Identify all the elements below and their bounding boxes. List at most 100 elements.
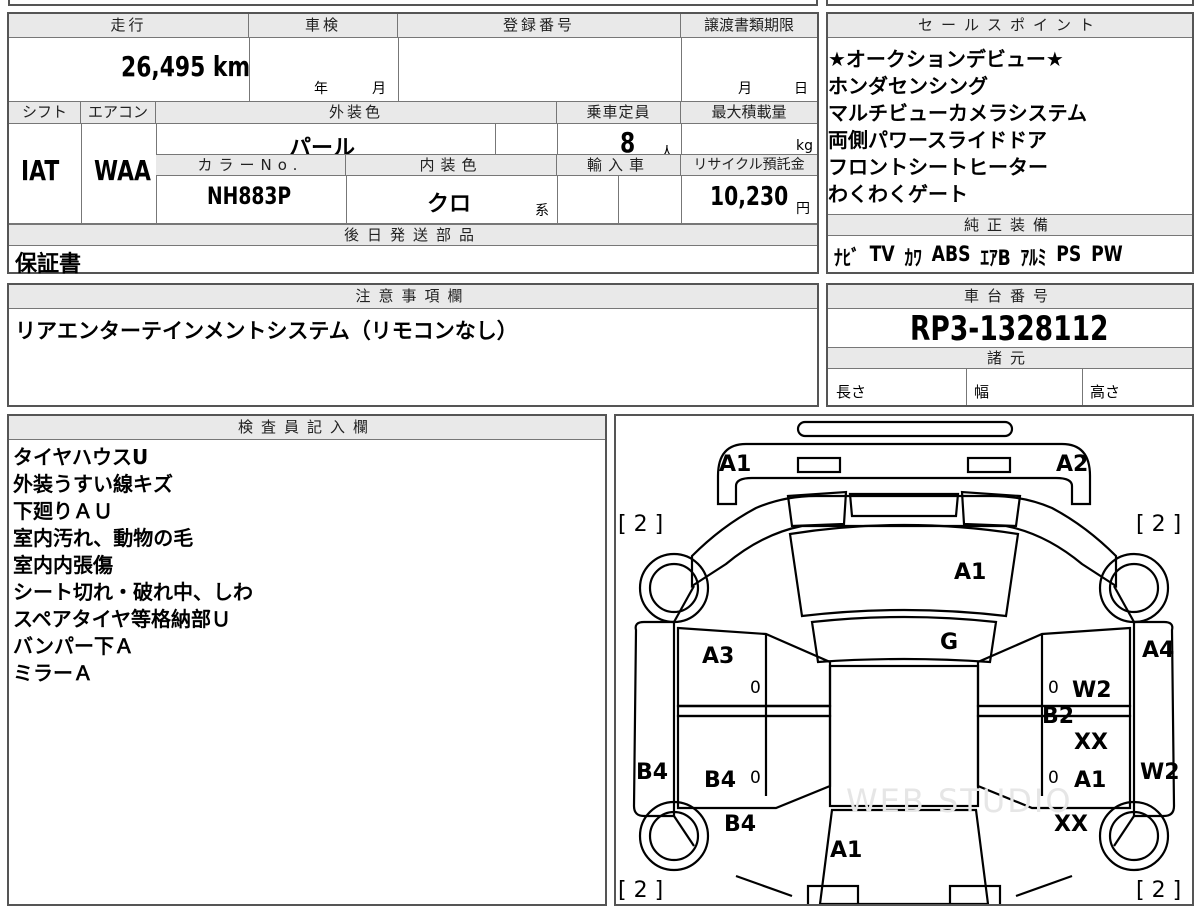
inspector-item: タイヤハウスU xyxy=(13,445,149,469)
import-cell-left xyxy=(557,176,619,224)
later-parts-value: 保証書 xyxy=(15,252,82,277)
damage-mark-roof-glass: G xyxy=(940,630,959,655)
damage-mark-right-rear-door: A1 xyxy=(1074,768,1107,793)
damage-mark-left-side: B4 xyxy=(636,760,669,785)
damage-mark-front-right: A2 xyxy=(1056,452,1089,477)
tire-rear-right-label: [ 2 ] xyxy=(1136,878,1182,903)
inspector-list: タイヤハウスU 外装うすい線キズ 下廻りＡＵ 室内汚れ、動物の毛 室内内張傷 シ… xyxy=(13,444,253,687)
notes-title: 注意事項欄 xyxy=(9,285,817,309)
inspector-item: スペアタイヤ等格納部Ｕ xyxy=(13,607,231,631)
tire-front-right-label: [ 2 ] xyxy=(1136,512,1182,537)
import-cell-right xyxy=(618,176,682,224)
later-parts-label: 後日発送部品 xyxy=(9,224,817,246)
inspection-month: 月 xyxy=(372,81,386,97)
chassis-number: RP3-1328112 xyxy=(910,309,1109,349)
mileage-value: 26,495 km xyxy=(121,50,251,83)
sales-point-item: フロントシートヒーター xyxy=(828,155,1048,179)
inspector-title: 検査員記入欄 xyxy=(9,416,605,440)
damage-mark-rear: A1 xyxy=(830,838,863,863)
sales-point-item: 両側パワースライドドア xyxy=(828,128,1047,152)
zero-mark: 0 xyxy=(750,768,761,788)
inspection-label: 車検 xyxy=(249,14,398,38)
tire-rear-left-label: [ 2 ] xyxy=(618,878,664,903)
length-divider xyxy=(966,369,967,405)
transfer-day: 日 xyxy=(794,81,808,97)
equipment-item: PS xyxy=(1056,242,1082,266)
inspector-item: ミラーＡ xyxy=(13,661,93,685)
notes-text: リアエンターテインメントシステム（リモコンなし） xyxy=(15,319,518,343)
load-unit: kg xyxy=(796,138,813,154)
damage-mark-right-side: A4 xyxy=(1142,638,1175,663)
equipment-item: ｱﾙﾐ xyxy=(1020,246,1047,270)
damage-mark-right-rear-door-xx: XX xyxy=(1074,730,1108,755)
vehicle-info-panel: 走行 車検 登録番号 譲渡書類期限 26,495 km 年 月 月 日 シフト … xyxy=(7,12,819,277)
damage-diagram-panel: WEB STUDIO [ 2 ] [ 2 ] [ 2 ] [ 2 ] A1 A2… xyxy=(614,414,1194,906)
shift-label: シフト xyxy=(9,102,81,124)
ac-label: エアコン xyxy=(81,102,156,124)
color-no-value: NH883P xyxy=(207,182,292,210)
sales-points-panel: セールスポイント ★オークションデビュー★ ホンダセンシング マルチビューカメラ… xyxy=(826,12,1194,274)
spec-title: 諸元 xyxy=(828,347,1192,369)
sales-point-item: ★オークションデビュー★ xyxy=(828,47,1064,71)
inspector-item: シート切れ・破れ中、しわ xyxy=(13,580,253,604)
transfer-deadline-label: 譲渡書類期限 xyxy=(681,14,817,38)
shift-cell: IAT xyxy=(9,124,82,224)
ac-cell: WAA xyxy=(81,124,157,224)
equipment-list: ﾅﾋﾞ TV ｶﾜ ABS ｴｱB ｱﾙﾐ PS PW xyxy=(834,242,1123,272)
sales-points-title: セールスポイント xyxy=(828,14,1192,38)
inspection-cell: 年 月 xyxy=(249,38,399,102)
damage-mark-front-left: A1 xyxy=(719,452,752,477)
watermark: WEB STUDIO xyxy=(846,782,1073,820)
recycle-cell: 10,230 円 xyxy=(681,176,817,224)
zero-mark: 0 xyxy=(1048,678,1059,698)
tire-front-left-label: [ 2 ] xyxy=(618,512,664,537)
inspection-year: 年 xyxy=(314,81,328,97)
damage-mark-right-rear-fender: XX xyxy=(1054,812,1088,837)
registration-cell xyxy=(398,38,682,102)
equipment-item: TV xyxy=(869,242,895,266)
shift-value: IAT xyxy=(21,154,60,187)
equipment-item: ｶﾜ xyxy=(904,246,922,270)
inspector-item: 室内汚れ、動物の毛 xyxy=(13,526,194,550)
damage-mark-windshield: A1 xyxy=(954,560,987,585)
capacity-label: 乗車定員 xyxy=(557,102,681,124)
inspector-panel: 検査員記入欄 タイヤハウスU 外装うすい線キズ 下廻りＡＵ 室内汚れ、動物の毛 … xyxy=(7,414,607,906)
mileage-cell: 26,495 km xyxy=(9,38,250,102)
length-label: 長さ xyxy=(836,383,867,401)
width-label: 幅 xyxy=(974,383,990,401)
sales-points-list: ★オークションデビュー★ ホンダセンシング マルチビューカメラシステム 両側パワ… xyxy=(828,46,1087,208)
inspector-item: 下廻りＡＵ xyxy=(13,499,113,523)
recycle-unit: 円 xyxy=(796,201,810,217)
zero-mark: 0 xyxy=(1048,768,1059,788)
sales-point-item: わくわくゲート xyxy=(828,182,968,206)
inspector-item: バンパー下Ａ xyxy=(13,634,134,658)
chassis-panel: 車台番号 RP3-1328112 諸元 長さ 幅 高さ xyxy=(826,283,1194,407)
import-label: 輸入車 xyxy=(557,154,681,176)
exterior-label: 外装色 xyxy=(156,102,557,124)
inspector-item: 室内内張傷 xyxy=(13,553,113,577)
ac-value: WAA xyxy=(94,154,151,187)
color-no-cell: NH883P xyxy=(156,176,347,224)
damage-mark-right-front-door: W2 xyxy=(1072,678,1112,703)
color-no-label: カラーNo. xyxy=(156,154,346,176)
equipment-item: ｴｱB xyxy=(980,246,1011,270)
equipment-item: ABS xyxy=(931,242,971,266)
transfer-cell: 月 日 xyxy=(681,38,817,102)
inspector-item: 外装うすい線キズ xyxy=(13,472,173,496)
interior-value: クロ xyxy=(427,192,472,217)
transfer-month: 月 xyxy=(738,81,752,97)
notes-panel: 注意事項欄 リアエンターテインメントシステム（リモコンなし） xyxy=(7,283,819,407)
equipment-item: PW xyxy=(1091,242,1123,266)
interior-cell: クロ 系 xyxy=(346,176,558,224)
damage-mark-right-pillar: B2 xyxy=(1042,704,1075,729)
chassis-title: 車台番号 xyxy=(828,285,1192,309)
zero-mark: 0 xyxy=(750,678,761,698)
equipment-title: 純正装備 xyxy=(828,214,1192,236)
damage-mark-left-front-door: A3 xyxy=(702,644,735,669)
width-divider xyxy=(1082,369,1083,405)
sales-point-item: マルチビューカメラシステム xyxy=(828,101,1087,125)
load-label: 最大積載量 xyxy=(681,102,817,124)
interior-label: 内装色 xyxy=(346,154,557,176)
damage-mark-left-rear-door: B4 xyxy=(704,768,737,793)
interior-suffix: 系 xyxy=(535,203,549,219)
